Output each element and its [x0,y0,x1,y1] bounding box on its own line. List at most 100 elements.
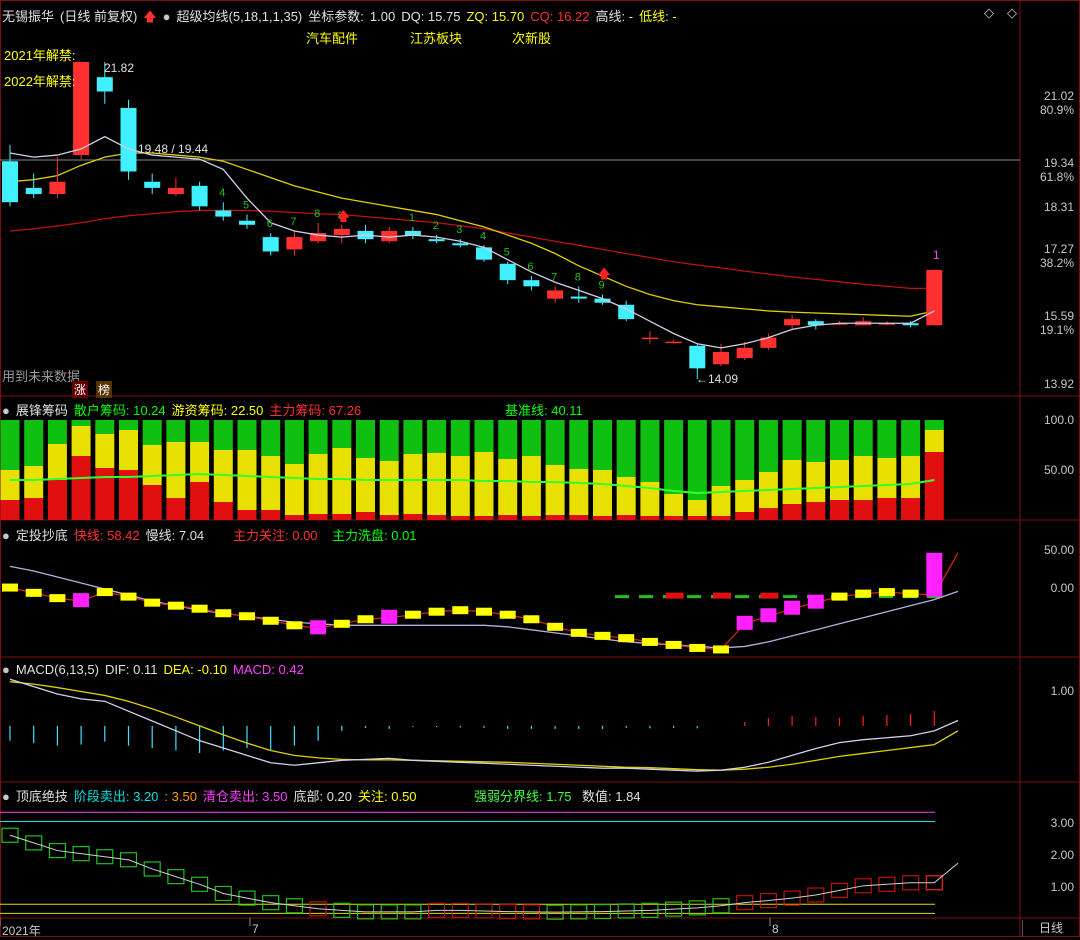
main-chip-bar [0,500,20,520]
retail-chip-bar [95,420,115,434]
hot-chip-bar [924,430,944,452]
main-chip-bar [498,515,518,520]
settings-icon[interactable]: ● [2,528,10,543]
ranking-badge[interactable]: 榜 [96,381,113,398]
hot-chip-bar [237,450,257,510]
retail-chip-bar [877,420,897,458]
dingtou-indicator-name[interactable]: 定投抄底 [16,528,68,543]
retail-chip-bar [806,420,826,462]
retail-chip-bar [735,420,755,480]
up-arrow-icon: 🡅 [143,9,157,24]
stage-sell-value: 阶段卖出: 3.20 [73,789,159,804]
indicator-name[interactable]: 超级均线(5,18,1,1,35) [177,9,303,24]
main-chip-bar [237,510,257,520]
ma-yellow-line [9,152,935,317]
count-label: 4 [219,187,225,199]
candle-body [689,345,706,369]
settings-icon[interactable]: ● [2,403,10,418]
count-label: 8 [575,271,581,283]
diamond-icon[interactable]: ◇ [984,5,994,21]
period-label[interactable]: (日线 前复权) [60,9,137,24]
hot-chip-bar [687,500,707,516]
main-chip-bar [616,515,636,520]
top-tick: 3.00 [1050,816,1074,830]
candle-body [144,181,161,188]
candle-body [926,269,943,326]
retail-chip-bar [853,420,873,456]
concept-tag[interactable]: 次新股 [512,28,551,47]
retail-chip-bar [0,420,20,470]
base-line-value: 基准线: 40.11 [505,403,583,418]
macd-header: ● MACD(6,13,5) DIF: 0.11 DEA: -0.10 MACD: 0.… [2,662,310,677]
fast-bar-yellow [144,598,161,607]
fib-tick: 19.1% [1039,323,1074,337]
fast-bar-yellow [594,631,611,640]
limit-up-badge[interactable]: 涨 [72,381,89,398]
macd-tick: 1.00 [1050,684,1074,698]
value-350: : 3.50 [164,789,197,804]
retail-chip-bar [664,420,684,494]
retail-chip-bar [356,420,375,458]
count-label: 4 [480,230,486,242]
main-chip-bar [284,515,304,520]
coord-value: 1.00 [369,9,396,24]
main-chip-bar [403,514,423,520]
retail-chip-bar [687,420,707,500]
fast-bar-yellow [404,610,421,619]
retail-chip-bar [142,420,162,445]
diamond-icon[interactable]: ◇ [1007,5,1017,21]
clear-sell-value: 清仓卖出: 3.50 [202,789,288,804]
fast-bar-yellow [191,604,208,613]
bottom-value: 底部: 0.20 [293,789,352,804]
coord-label: 坐标参数: [308,9,364,24]
hot-chip-bar [782,460,802,504]
macd-value: MACD: 0.42 [233,662,304,677]
low-price-label: ←14.09 [696,372,739,386]
retail-chip-bar [379,420,399,461]
settings-icon[interactable]: ● [2,789,10,804]
fast-bar-yellow [96,588,113,597]
candle-body [262,237,279,252]
retail-chip-bar [498,420,518,459]
numeric-value: 数值: 1.84 [582,789,641,804]
main-chip-bar [142,485,162,520]
main-chip-bar [356,512,375,520]
topbottom-indicator-name[interactable]: 顶底绝技 [16,789,68,804]
settings-icon[interactable]: ● [2,662,10,677]
hot-chip-bar [166,442,186,498]
fast-bar-yellow [641,637,658,646]
settings-icon[interactable]: ● [163,9,171,24]
main-chip-bar [71,456,91,520]
hot-chip-bar [427,453,447,515]
fast-bar-yellow [878,588,895,597]
macd-indicator-name[interactable]: MACD(6,13,5) [16,662,99,677]
fast-bar-yellow [25,588,42,597]
fast-bar-yellow [120,592,137,601]
zq-value: ZQ: 15.70 [466,9,525,24]
date-tick: 7 [252,922,259,936]
hot-chip-bar [664,494,684,516]
fast-bar-yellow [452,606,469,615]
period-button[interactable]: 日线 [1022,920,1079,937]
candle-body [96,77,113,92]
hot-chip-bar [142,445,162,485]
fib-tick: 38.2% [1039,256,1074,270]
main-chip-bar [308,514,328,520]
hot-chip-bar [261,456,281,510]
retail-chip-bar [24,420,44,466]
hot-chip-bar [901,456,921,498]
fast-bar-yellow [239,612,255,621]
focus-bar [760,592,779,599]
main-chip-bar [877,498,897,520]
stock-name[interactable]: 无锡振华 [2,9,54,24]
dif-value: DIF: 0.11 [104,662,158,677]
concept-tag[interactable]: 江苏板块 [410,28,462,47]
retail-chip-bar [450,420,470,456]
retail-chip-bar [119,420,138,430]
chip-indicator-name[interactable]: 展锋筹码 [16,403,68,418]
fast-bar-yellow [665,640,682,649]
candle-body [713,351,729,365]
concept-tag[interactable]: 汽车配件 [306,28,358,47]
chip-tick: 100.0 [1043,413,1074,427]
hot-chip-bar [877,458,897,498]
